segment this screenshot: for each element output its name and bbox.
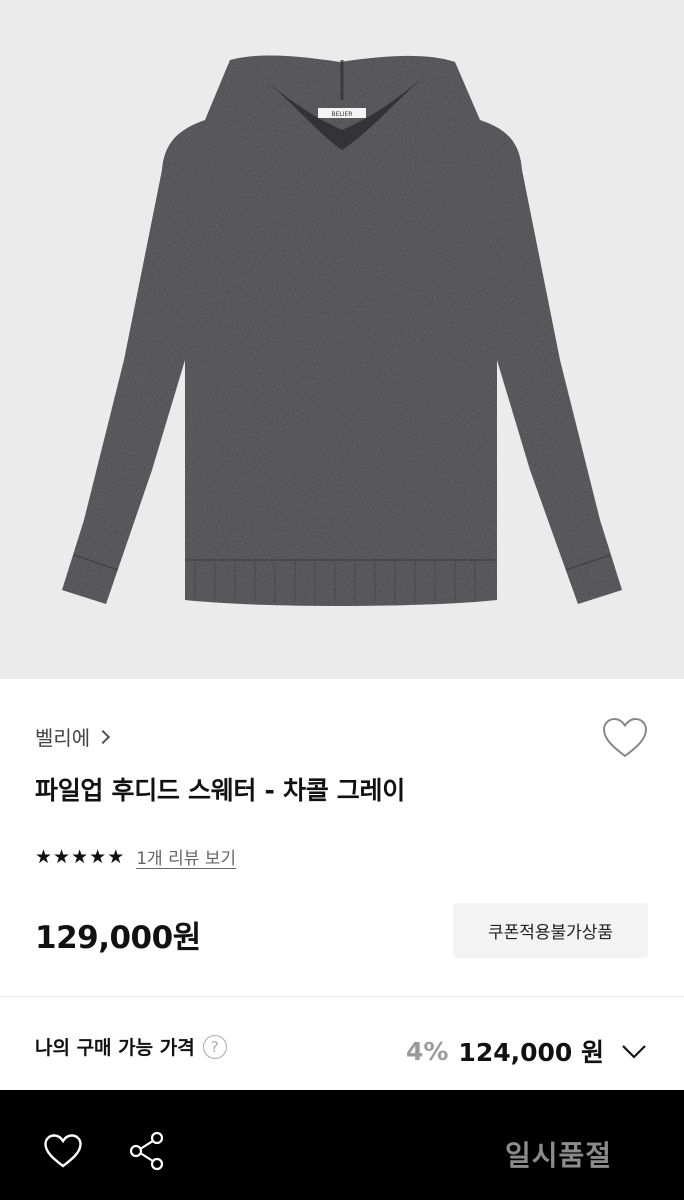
sold-out-button[interactable]: 일시품절 [505, 1134, 612, 1174]
product-price: 129,000원 [35, 920, 201, 956]
star-icon: ★ [35, 845, 53, 868]
divider [0, 996, 684, 997]
star-icon: ★ [107, 845, 125, 868]
star-rating: ★ ★ ★ ★ ★ [35, 847, 124, 867]
star-icon: ★ [71, 845, 89, 868]
my-price-row: 나의 구매 가능 가격 ? [35, 1033, 227, 1060]
garment-label-text: BELIER [332, 111, 353, 118]
chevron-right-icon [96, 729, 111, 744]
wishlist-heart-icon[interactable] [601, 716, 649, 760]
chevron-down-icon[interactable] [620, 1037, 648, 1065]
sweater-illustration: BELIER [62, 55, 622, 606]
product-image[interactable]: BELIER [0, 0, 684, 679]
discount-rate: 4% [405, 1036, 449, 1066]
help-icon[interactable]: ? [202, 1034, 227, 1059]
brand-link[interactable]: 벨리에 [35, 722, 111, 751]
review-link[interactable]: 1개 리뷰 보기 [136, 844, 236, 869]
brand-name: 벨리에 [35, 726, 91, 750]
coupon-badge: 쿠폰적용불가상품 [453, 903, 648, 958]
share-icon[interactable] [128, 1131, 166, 1171]
product-title: 파일업 후디드 스웨터 - 차콜 그레이 [35, 776, 405, 805]
rating-row: ★ ★ ★ ★ ★ 1개 리뷰 보기 [35, 844, 236, 870]
discount-price: 124,000 원 [458, 1038, 604, 1067]
star-icon: ★ [89, 845, 107, 868]
my-price-label: 나의 구매 가능 가격 [35, 1037, 195, 1059]
heart-icon[interactable] [43, 1133, 83, 1169]
my-price-value[interactable]: 4% 124,000 원 [406, 1033, 648, 1069]
star-icon: ★ [53, 845, 71, 868]
